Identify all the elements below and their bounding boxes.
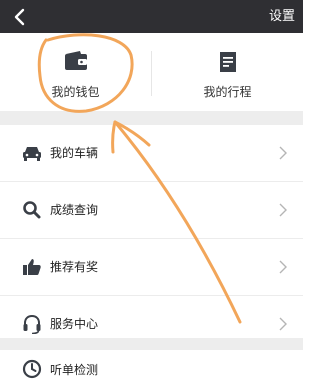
menu-item-my-vehicles[interactable]: 我的车辆 [0, 125, 303, 182]
my-wallet-label: 我的钱包 [51, 85, 100, 99]
my-trips-label: 我的行程 [203, 85, 252, 99]
top-cards: 我的钱包 我的行程 [0, 33, 303, 111]
back-arrow-icon[interactable] [12, 7, 30, 27]
menu-item-order-listening-test[interactable]: 听单检测 [0, 350, 303, 388]
menu-item-referral-reward[interactable]: 推荐有奖 [0, 239, 303, 296]
menu-item-label: 推荐有奖 [50, 260, 99, 274]
trip-list-icon [219, 52, 236, 72]
top-bar: 设置 [0, 0, 303, 33]
clock-icon [22, 359, 42, 379]
menu-item-label: 我的车辆 [50, 146, 99, 160]
chevron-right-icon [279, 260, 287, 274]
wallet-icon [64, 51, 87, 70]
chevron-right-icon [279, 146, 287, 160]
menu-item-label: 成绩查询 [50, 203, 99, 217]
section-separator [0, 338, 303, 350]
settings-button[interactable]: 设置 [269, 7, 295, 27]
search-icon [23, 201, 41, 219]
menu-item-score-query[interactable]: 成绩查询 [0, 182, 303, 239]
chevron-right-icon [279, 317, 287, 331]
menu-list: 我的车辆 成绩查询 推荐有奖 服务中心 [0, 125, 303, 353]
menu-item-label: 听单检测 [50, 363, 99, 377]
chevron-right-icon [279, 203, 287, 217]
headset-icon [23, 314, 41, 334]
my-trips-card[interactable]: 我的行程 [152, 33, 303, 111]
thumbs-up-icon [23, 259, 41, 275]
car-icon [23, 147, 41, 161]
my-wallet-card[interactable]: 我的钱包 [0, 33, 151, 111]
section-separator [0, 111, 303, 125]
